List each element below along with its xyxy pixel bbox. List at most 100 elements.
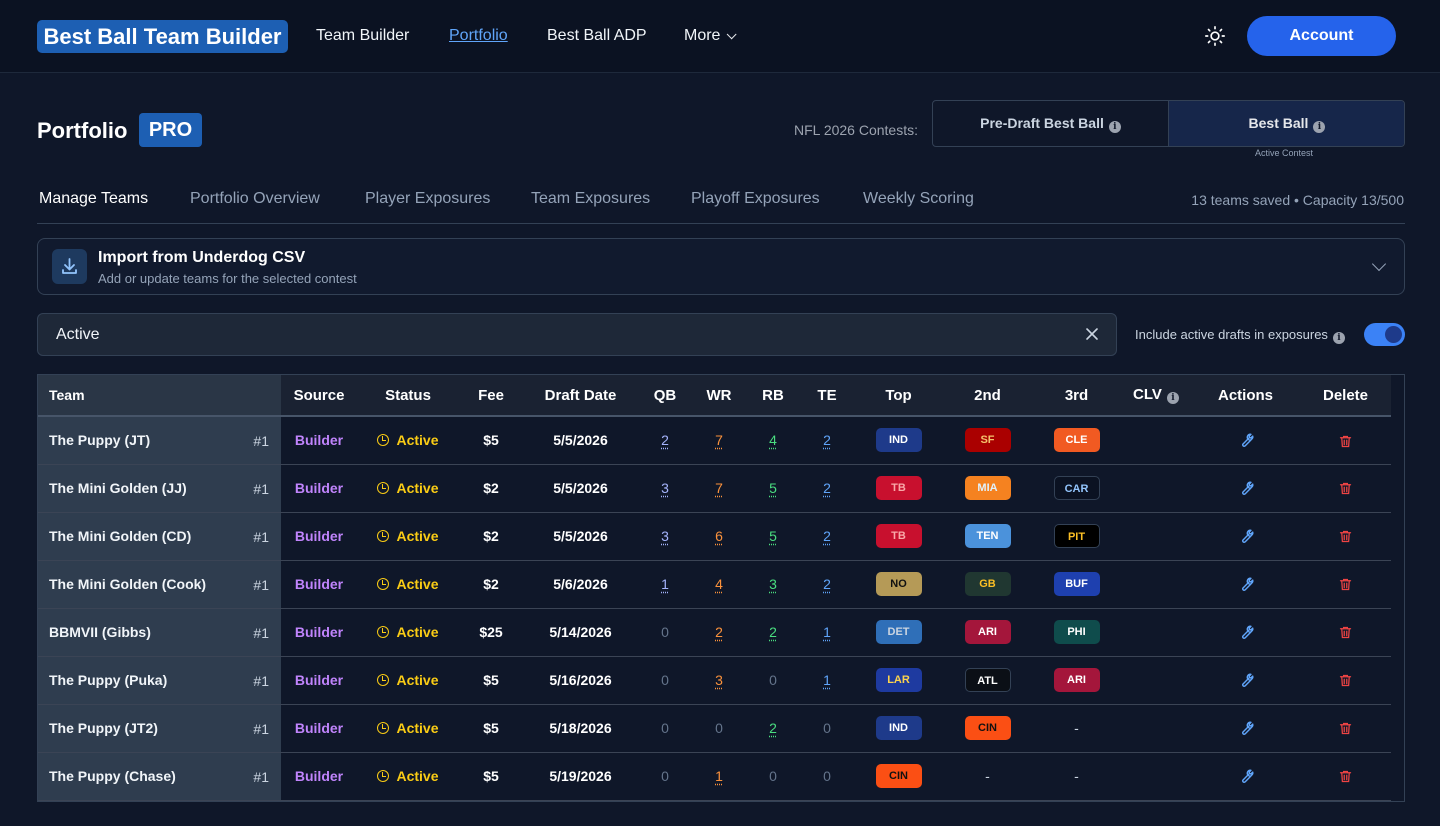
team-name-cell[interactable]: The Mini Golden (JJ) #1 — [38, 464, 281, 513]
clv-cell — [1121, 464, 1191, 513]
rb-count[interactable]: 2 — [769, 720, 777, 736]
table-row[interactable]: The Puppy (JT2) #1 Builder Active $5 5/18/202… — [38, 704, 1391, 753]
wrench-icon[interactable] — [1237, 767, 1254, 783]
table-row[interactable]: The Mini Golden (CD) #1 Builder Active $2 5/5… — [38, 512, 1391, 561]
trash-icon[interactable] — [1338, 624, 1353, 640]
te-count[interactable]: 2 — [823, 528, 831, 544]
te-count[interactable]: 2 — [823, 480, 831, 496]
pro-badge: PRO — [139, 113, 202, 147]
account-button[interactable]: Account — [1247, 16, 1396, 56]
wr-count[interactable]: 3 — [715, 672, 723, 688]
wrench-icon[interactable] — [1237, 623, 1254, 639]
fee-value: $5 — [483, 432, 499, 449]
info-icon[interactable]: i — [1332, 332, 1345, 344]
wrench-icon[interactable] — [1237, 575, 1254, 591]
trash-icon[interactable] — [1338, 528, 1353, 544]
rb-count[interactable]: 5 — [769, 528, 777, 544]
te-count[interactable]: 1 — [823, 672, 831, 688]
qb-cell: 0 — [638, 608, 692, 657]
tab-manage-teams[interactable]: Manage Teams — [39, 190, 148, 208]
brand-logo[interactable]: Best Ball Team Builder — [37, 20, 288, 53]
status-filter[interactable]: Active — [37, 313, 1117, 356]
contest-option-pre-draft[interactable]: Pre-Draft Best Ball i — [933, 101, 1168, 146]
nav-more[interactable]: More — [684, 26, 738, 46]
clv-cell — [1121, 512, 1191, 561]
delete-cell — [1300, 416, 1391, 465]
wr-count[interactable]: 4 — [715, 576, 723, 592]
table-row[interactable]: The Puppy (JT) #1 Builder Active $5 5/5/2026 2… — [38, 416, 1391, 465]
rb-count[interactable]: 4 — [769, 432, 777, 448]
wr-count[interactable]: 7 — [715, 480, 723, 496]
team-name-cell[interactable]: The Mini Golden (CD) #1 — [38, 512, 281, 561]
team-chip: CIN — [964, 716, 1011, 740]
te-cell: 2 — [800, 416, 854, 465]
wrench-icon[interactable] — [1237, 527, 1254, 543]
team-name-cell[interactable]: The Puppy (Chase) #1 — [38, 752, 281, 801]
rb-count[interactable]: 2 — [769, 624, 777, 640]
wr-count[interactable]: 1 — [715, 768, 723, 784]
chevron-down-icon[interactable] — [1371, 256, 1387, 272]
trash-icon[interactable] — [1338, 768, 1353, 784]
wr-count[interactable]: 2 — [715, 624, 723, 640]
trash-icon[interactable] — [1338, 432, 1353, 448]
clock-icon — [377, 722, 390, 734]
contest-option-best-ball[interactable]: Best Ball i — [1168, 101, 1404, 146]
team-name-cell[interactable]: The Puppy (Puka) #1 — [38, 656, 281, 705]
qb-count[interactable]: 3 — [661, 528, 669, 544]
wr-count[interactable]: 7 — [715, 432, 723, 448]
team-name-cell[interactable]: The Puppy (JT2) #1 — [38, 704, 281, 753]
status-cell: Active — [357, 752, 459, 801]
close-icon[interactable] — [1084, 326, 1100, 342]
table-row[interactable]: The Puppy (Chase) #1 Builder Active $5 5/19/2… — [38, 752, 1391, 801]
source-label: Builder — [294, 624, 344, 640]
trash-icon[interactable] — [1338, 672, 1353, 688]
team-name-cell[interactable]: BBMVII (Gibbs) #1 — [38, 608, 281, 657]
wrench-icon[interactable] — [1237, 431, 1254, 448]
qb-count[interactable]: 2 — [661, 432, 669, 448]
table-row[interactable]: The Mini Golden (Cook) #1 Builder Active $2 5… — [38, 560, 1391, 609]
table-row[interactable]: BBMVII (Gibbs) #1 Builder Active $25 5/14/202… — [38, 608, 1391, 657]
qb-cell: 3 — [638, 464, 692, 513]
qb-count[interactable]: 1 — [661, 576, 669, 592]
include-active-toggle[interactable] — [1364, 323, 1405, 346]
sun-icon[interactable] — [1204, 25, 1226, 47]
te-count[interactable]: 2 — [823, 432, 831, 448]
import-csv-card[interactable]: Import from Underdog CSV Add or update t… — [37, 238, 1405, 295]
team-chip: LAR — [875, 668, 922, 692]
te-count[interactable]: 1 — [823, 624, 831, 640]
tab-weekly-scoring[interactable]: Weekly Scoring — [863, 190, 974, 208]
wrench-icon[interactable] — [1237, 719, 1254, 735]
nav-portfolio[interactable]: Portfolio — [449, 26, 508, 46]
nav-adp[interactable]: Best Ball ADP — [547, 26, 647, 46]
team-name-cell[interactable]: The Puppy (JT) #1 — [38, 416, 281, 465]
team-chip: SF — [964, 428, 1011, 453]
info-icon[interactable]: i — [1313, 121, 1326, 133]
trash-icon[interactable] — [1338, 480, 1353, 496]
rb-count[interactable]: 5 — [769, 480, 777, 496]
team-name: The Mini Golden (JJ) — [49, 480, 187, 496]
trash-icon[interactable] — [1338, 576, 1353, 592]
wr-count[interactable]: 6 — [715, 528, 723, 544]
tab-playoff-exposures[interactable]: Playoff Exposures — [691, 190, 820, 208]
third-cell: PIT — [1032, 512, 1121, 561]
info-icon[interactable]: i — [1108, 121, 1121, 133]
qb-count[interactable]: 3 — [661, 480, 669, 496]
table-row[interactable]: The Mini Golden (JJ) #1 Builder Active $2 5/5… — [38, 464, 1391, 513]
wrench-icon[interactable] — [1237, 479, 1254, 495]
tab-player-exposures[interactable]: Player Exposures — [365, 190, 490, 208]
tab-team-exposures[interactable]: Team Exposures — [531, 190, 650, 208]
status-cell: Active — [357, 656, 459, 705]
tab-portfolio-overview[interactable]: Portfolio Overview — [190, 190, 320, 208]
team-name-cell[interactable]: The Mini Golden (Cook) #1 — [38, 560, 281, 609]
wrench-icon[interactable] — [1237, 671, 1254, 687]
info-icon[interactable]: i — [1166, 392, 1179, 404]
nav-team-builder[interactable]: Team Builder — [316, 26, 409, 46]
team-chip: TEN — [964, 524, 1011, 548]
rb-count[interactable]: 3 — [769, 576, 777, 592]
trash-icon[interactable] — [1338, 720, 1353, 736]
te-cell: 2 — [800, 464, 854, 513]
te-cell: 2 — [800, 512, 854, 561]
team-rank: #1 — [253, 624, 269, 641]
te-count[interactable]: 2 — [823, 576, 831, 592]
table-row[interactable]: The Puppy (Puka) #1 Builder Active $5 5/16/20… — [38, 656, 1391, 705]
